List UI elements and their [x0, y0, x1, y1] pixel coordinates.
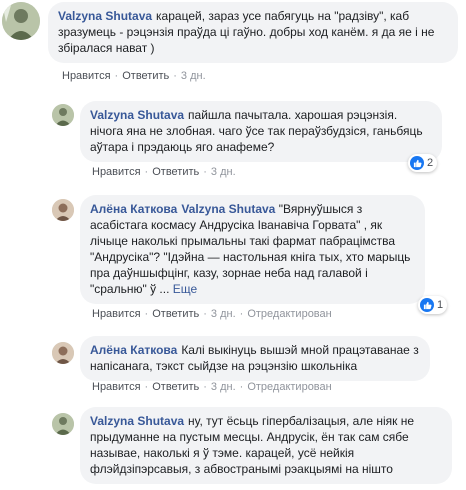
- like-link[interactable]: Нравится: [62, 70, 111, 82]
- like-link[interactable]: Нравится: [92, 308, 141, 320]
- timestamp[interactable]: 3 дн.: [211, 308, 236, 320]
- reaction-count[interactable]: 2: [408, 154, 438, 172]
- like-link[interactable]: Нравится: [92, 166, 141, 178]
- avatar[interactable]: [52, 342, 74, 364]
- comment-author[interactable]: Valzyna Shutava: [58, 9, 152, 23]
- comment-author[interactable]: Valzyna Shutava: [90, 414, 184, 428]
- comment-bubble: Valzyna Shutava ну, тут ёсьць гіпербаліза…: [80, 407, 452, 484]
- timestamp[interactable]: 3 дн.: [181, 70, 206, 82]
- avatar[interactable]: [52, 199, 74, 221]
- reaction-number: 2: [427, 157, 434, 169]
- like-icon: [420, 298, 434, 312]
- timestamp[interactable]: 3 дн.: [211, 381, 236, 393]
- comment-bubble: Valzyna Shutava пайшла пачытала. харошая …: [80, 101, 442, 162]
- reply-link[interactable]: Ответить: [122, 70, 169, 82]
- comment-author[interactable]: Алёна Каткова: [90, 343, 177, 357]
- edited-label[interactable]: Отредактирован: [247, 308, 331, 320]
- comment-actions: Нравится · Ответить · 3 дн.: [92, 166, 236, 178]
- comment-bubble: Алёна Каткова Valzyna Shutava "Вярнуўшыся…: [80, 195, 425, 304]
- edited-label[interactable]: Отредактирован: [247, 381, 331, 393]
- reply-link[interactable]: Ответить: [152, 308, 199, 320]
- comment-actions: Нравится · Ответить · 3 дн.: [62, 70, 206, 82]
- like-link[interactable]: Нравится: [92, 381, 141, 393]
- see-more-link[interactable]: Еще: [173, 282, 197, 296]
- like-icon: [410, 156, 424, 170]
- comment-actions: Нравится · Ответить · 3 дн. · Отредактирова…: [92, 381, 332, 393]
- avatar[interactable]: [52, 413, 74, 435]
- comment-actions: Нравится · Ответить · 3 дн. · Отредактирова…: [92, 308, 332, 320]
- reaction-count[interactable]: 1: [418, 296, 448, 314]
- timestamp[interactable]: 3 дн.: [211, 166, 236, 178]
- comment-author[interactable]: Valzyna Shutava: [90, 108, 184, 122]
- avatar[interactable]: [52, 104, 74, 126]
- comment-bubble: Алёна Каткова Калі выкінуць вышэй мной пр…: [80, 336, 430, 381]
- mention-link[interactable]: Valzyna Shutava: [181, 202, 275, 216]
- comment-author[interactable]: Алёна Каткова: [90, 202, 177, 216]
- reaction-number: 1: [437, 299, 444, 311]
- reply-link[interactable]: Ответить: [152, 381, 199, 393]
- comment-bubble: Valzyna Shutava карацей, зараз усе пабягу…: [48, 2, 458, 63]
- avatar[interactable]: [2, 2, 40, 40]
- comment-text: "Вярнуўшыся з асабістага космасу Андрусі…: [90, 202, 411, 296]
- reply-link[interactable]: Ответить: [152, 166, 199, 178]
